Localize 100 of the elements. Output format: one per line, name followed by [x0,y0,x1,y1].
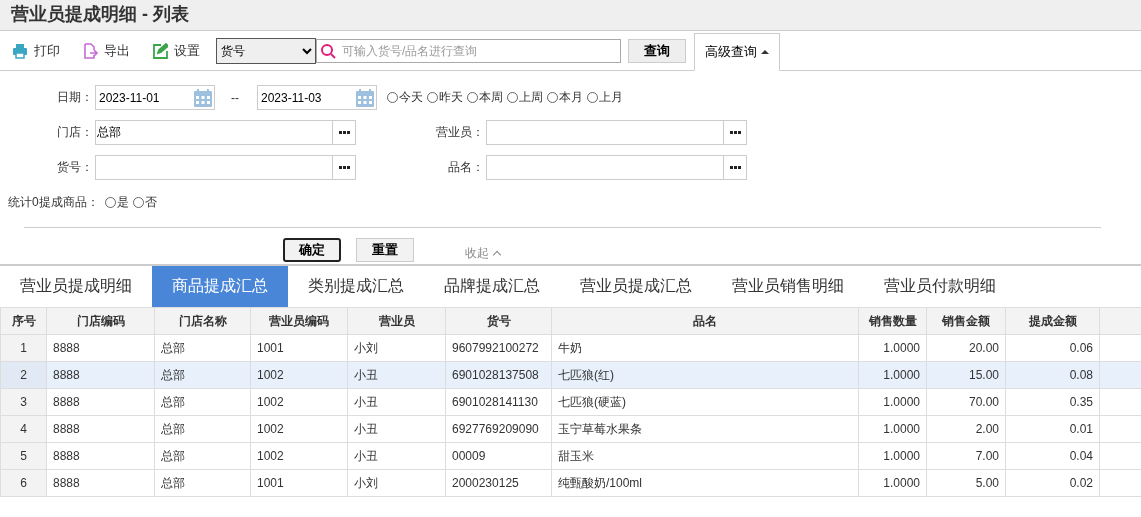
collapse-link[interactable]: 收起 [459,244,506,263]
table-row[interactable]: 6 8888 总部 1001 小刘 2000230125 纯甄酸奶/100ml 1.0000 5.00 0.02 [0,469,1141,497]
field-label: 品名： [447,159,484,176]
table-cell: 0.04 [1005,442,1100,470]
table-cell: 0.35 [1005,388,1100,416]
table-cell: 玉宁草莓水果条 [551,415,859,443]
table-cell: 1001 [250,334,348,362]
picker-box[interactable]: 总部 [95,120,356,145]
table-cell: 0.01 [1005,415,1100,443]
table-cell: 9607992100272 [445,334,552,362]
printer-icon [12,42,28,59]
field-label: 货号： [56,159,93,176]
table-cell: 3 [0,388,47,416]
table-cell: 2.00 [926,415,1006,443]
table-cell: 小刘 [347,334,446,362]
table-cell: 总部 [154,361,251,389]
table-row[interactable]: 5 8888 总部 1002 小丑 00009 甜玉米 1.0000 7.00 0.04 [0,442,1141,470]
advanced-query-tab[interactable]: 高级查询 [694,33,780,71]
column-header[interactable]: 销售金额 [926,307,1006,335]
table-cell: 0.02 [1005,469,1100,497]
column-header[interactable]: 门店名称 [154,307,251,335]
table-row[interactable]: 2 8888 总部 1002 小丑 6901028137508 七匹狼(红) 1.0000 15.00 0.08 [0,361,1141,389]
table-row[interactable]: 4 8888 总部 1002 小丑 6927769209090 玉宁草莓水果条 1.0000 2.00 0.01 [0,415,1141,443]
table-cell: 8888 [46,469,155,497]
query-button[interactable]: 查询 [628,38,686,63]
table-cell: 20.00 [926,334,1006,362]
table-cell: 1.0000 [858,469,927,497]
column-header[interactable]: 品名 [551,307,859,335]
table-cell: 70.00 [926,388,1006,416]
tab[interactable]: 商品提成汇总 [152,266,288,307]
radio-label: 否 [144,194,157,211]
table-cell: 2000230125 [445,469,552,497]
search-icon [320,42,336,59]
column-header[interactable]: 销售数量 [858,307,927,335]
column-header[interactable]: 营业员编码 [250,307,348,335]
table-cell: 小丑 [347,361,446,389]
table-cell: 七匹狼(硬蓝) [551,388,859,416]
table-cell: 1002 [250,361,348,389]
table-cell: 1 [0,334,47,362]
table-cell: 小刘 [347,469,446,497]
export-button[interactable]: 导出 [82,41,130,60]
field-label: 统计0提成商品： [8,194,99,211]
table-cell: 6 [0,469,47,497]
table-cell: 小丑 [347,388,446,416]
column-header[interactable]: 提成金额 [1005,307,1100,335]
table-cell: 4 [0,415,47,443]
table-cell: 1001 [250,469,348,497]
table-cell: 2 [0,361,47,389]
column-header[interactable]: 货号 [445,307,552,335]
table-cell: 6927769209090 [445,415,552,443]
table-cell: 总部 [154,442,251,470]
radio-label: 上月 [599,89,623,106]
table-cell: 1.0000 [858,334,927,362]
radio-label: 本周 [479,89,503,106]
column-header[interactable]: 营业员 [347,307,446,335]
table-cell: 8888 [46,415,155,443]
table-cell: 5 [0,442,47,470]
table-cell: 总部 [154,415,251,443]
edit-icon [152,42,168,59]
file-export-icon [82,42,98,59]
table-cell: 7.00 [926,442,1006,470]
radio-label: 本月 [559,89,583,106]
table-row[interactable]: 1 8888 总部 1001 小刘 9607992100272 牛奶 1.0000 20.00 0.06 [0,334,1141,362]
date-box[interactable]: 2023-11-01 [95,85,215,110]
column-header[interactable]: 序号 [0,307,47,335]
window-title: 营业员提成明细 - 列表 [10,3,190,26]
column-header[interactable]: 门店编码 [46,307,155,335]
search-box[interactable]: 可输入货号/品名进行查询 [316,38,621,63]
radio-label: 上周 [519,89,543,106]
table-cell: 总部 [154,334,251,362]
table-cell: 1002 [250,415,348,443]
calendar-icon [193,87,213,108]
table-cell: 0.06 [1005,334,1100,362]
date-box[interactable]: 2023-11-03 [257,85,377,110]
table-cell: 6901028137508 [445,361,552,389]
table-cell: 1002 [250,442,348,470]
field-label: 日期： [56,89,93,106]
table-cell: 甜玉米 [551,442,859,470]
table-cell: 小丑 [347,415,446,443]
table-cell: 小丑 [347,442,446,470]
confirm-button[interactable]: 确定 [283,237,341,262]
table-cell: 15.00 [926,361,1006,389]
table-cell: 1.0000 [858,442,927,470]
table-cell: 总部 [154,388,251,416]
settings-button[interactable]: 设置 [152,41,200,60]
table-row[interactable]: 3 8888 总部 1002 小丑 6901028141130 七匹狼(硬蓝) 1.0000 70.00 0.35 [0,388,1141,416]
reset-button[interactable]: 重置 [356,237,414,262]
table-cell: 8888 [46,334,155,362]
field-label: 营业员： [435,124,484,141]
table-cell: 5.00 [926,469,1006,497]
radio-label: 昨天 [439,89,463,106]
table-cell: 6901028141130 [445,388,552,416]
table-cell: 1.0000 [858,415,927,443]
range-separator: -- [230,90,240,105]
radio-label: 是 [116,194,129,211]
table-cell: 1.0000 [858,388,927,416]
search-type-select[interactable]: 货号 [216,37,316,64]
table-cell: 1.0000 [858,361,927,389]
print-button[interactable]: 打印 [12,41,60,60]
field-label: 门店： [56,124,93,141]
